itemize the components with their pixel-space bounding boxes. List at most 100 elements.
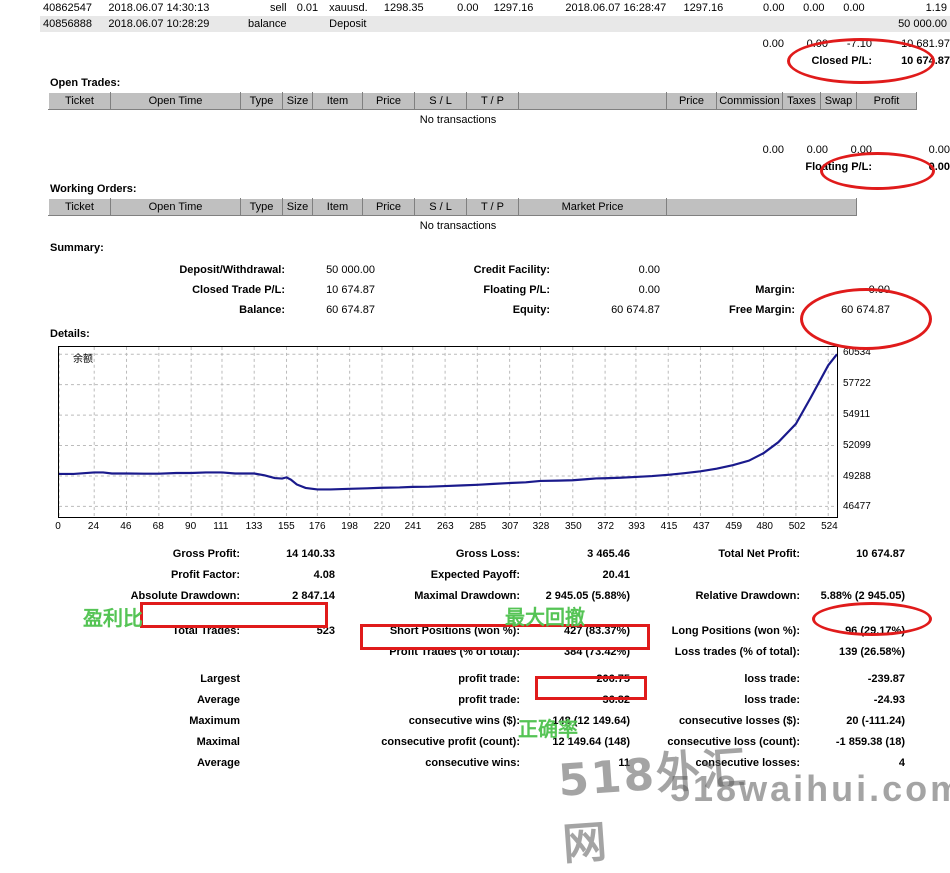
chart-x-tick: 155: [278, 521, 295, 532]
col-open-time[interactable]: Open Time: [110, 92, 241, 110]
chart-x-tick: 220: [373, 521, 391, 532]
col-size[interactable]: Size: [282, 92, 313, 110]
stat-value: [240, 732, 335, 753]
cell-profit: 50 000.00: [898, 18, 947, 30]
chart-x-tick: 459: [725, 521, 743, 532]
col-type[interactable]: Type: [240, 92, 283, 110]
col-blank[interactable]: [666, 198, 857, 216]
stat-row: Gross Profit: 14 140.33 Gross Loss: 3 46…: [40, 544, 950, 565]
chart-x-tick: 0: [55, 521, 61, 532]
col-type[interactable]: Type: [240, 198, 283, 216]
stat-value: 14 140.33: [286, 548, 335, 560]
cell-price: [374, 16, 427, 32]
stat-value: [800, 565, 905, 586]
col-item[interactable]: Item: [312, 92, 363, 110]
col-taxes[interactable]: Taxes: [782, 92, 821, 110]
col-ticket[interactable]: Ticket: [48, 92, 111, 110]
cell-close-price: 1297.16: [683, 2, 724, 14]
col-ticket[interactable]: Ticket: [48, 198, 111, 216]
chart-x-tick: 90: [185, 521, 197, 532]
cell-close-price: [669, 16, 726, 32]
stat-label: Absolute Drawdown:: [130, 590, 240, 602]
summary-value: 50 000.00: [326, 264, 375, 276]
stat-row: Absolute Drawdown: 2 847.14 Maximal Draw…: [40, 586, 950, 607]
stat-row: Maximum consecutive wins ($): 148 (12 14…: [40, 711, 950, 732]
working-orders-title: Working Orders:: [50, 183, 137, 195]
chart-x-tick: 328: [532, 521, 550, 532]
col-blank[interactable]: [518, 92, 667, 110]
table-row[interactable]: 40856888 2018.06.07 10:28:29 balance Dep…: [40, 16, 950, 32]
table-row[interactable]: 40862547 2018.06.07 14:30:13 sell 0.01 x…: [40, 0, 950, 16]
summary-label: Deposit/Withdrawal:: [179, 264, 285, 276]
stat-value: 206.75: [596, 673, 630, 685]
stat-value: 148 (12 149.64): [552, 715, 630, 727]
stat-label: Loss trades (% of total):: [674, 646, 800, 658]
col-market-price[interactable]: Market Price: [518, 198, 667, 216]
chart-x-tick: 133: [245, 521, 263, 532]
col-price[interactable]: Price: [362, 198, 415, 216]
stat-label: Total Net Profit:: [718, 548, 800, 560]
col-item[interactable]: Item: [312, 198, 363, 216]
chart-x-tick: 68: [152, 521, 164, 532]
chart-x-tick: 198: [341, 521, 358, 532]
summary-row: Deposit/Withdrawal: 50 000.00 Credit Fac…: [40, 260, 950, 280]
chart-x-tick: 393: [628, 521, 645, 532]
chart-x-tick: 372: [597, 521, 615, 532]
stat-label: loss trade:: [744, 673, 800, 685]
chart-x-tick: 111: [213, 521, 229, 532]
summary-label: Equity:: [512, 304, 550, 316]
summary-row: Closed Trade P/L: 10 674.87 Floating P/L…: [40, 280, 950, 300]
chart-x-tick: 24: [87, 521, 100, 532]
open-trades-header: Ticket Open Time Type Size Item Price S …: [48, 92, 917, 110]
stat-value: 3 465.46: [587, 548, 630, 560]
working-orders-header: Ticket Open Time Type Size Item Price S …: [48, 198, 857, 216]
chart-x-tick: 480: [756, 521, 773, 532]
summary-value: 10 674.87: [326, 284, 375, 296]
cell-close-time: [536, 16, 669, 32]
floating-pl-value: 0.00: [928, 161, 950, 173]
col-commission[interactable]: Commission: [716, 92, 783, 110]
summary-label: Margin:: [755, 284, 795, 296]
stat-value: [240, 690, 335, 711]
cell-size: 0.01: [296, 2, 319, 14]
stat-label: profit trade:: [458, 673, 520, 685]
chart-gridlines: [59, 347, 837, 517]
stat-label: profit trade:: [458, 694, 520, 706]
chart-x-tick: 176: [308, 521, 326, 532]
chart-x-tick: 263: [436, 521, 454, 532]
col-open-time[interactable]: Open Time: [110, 198, 241, 216]
cell-commission: 0.00: [763, 2, 785, 14]
stat-value-profit-trades: 384 (73.42%): [563, 646, 630, 658]
stat-value-maximal-drawdown: 2 945.05 (5.88%): [545, 590, 630, 602]
cell-taxes: [787, 16, 827, 32]
chart-x-tick: 524: [821, 521, 838, 532]
watermark-domain: 518waihui.com: [670, 768, 950, 809]
chart-x-tick: 285: [469, 521, 487, 532]
col-sl[interactable]: S / L: [414, 92, 467, 110]
open-trades-empty: No transactions: [419, 114, 497, 126]
cell-swap: 0.00: [843, 2, 865, 14]
stat-value: -1 859.38 (18): [835, 736, 905, 748]
floating-pl-line: Floating P/L: 0.00: [40, 161, 950, 173]
col-tp[interactable]: T / P: [466, 92, 519, 110]
col-sl[interactable]: S / L: [414, 198, 467, 216]
col-profit[interactable]: Profit: [856, 92, 917, 110]
stat-label: consecutive loss (count):: [667, 736, 800, 748]
closed-totals-numbers: 0.00 0.00 -7.10 10 681.97: [40, 38, 950, 50]
stat-value: 4: [898, 757, 905, 769]
open-total-swap: 0.00: [850, 144, 872, 156]
summary-value: [795, 260, 890, 280]
stat-label: Total Trades:: [172, 625, 240, 637]
stat-row: Average profit trade: 36.82 loss trade: …: [40, 690, 950, 711]
col-size[interactable]: Size: [282, 198, 313, 216]
stat-value: 11: [618, 757, 630, 769]
details-title: Details:: [50, 328, 90, 340]
col-close-price[interactable]: Price: [666, 92, 717, 110]
stat-label: consecutive losses ($):: [678, 715, 800, 727]
stat-row: Maximal consecutive profit (count): 12 1…: [40, 732, 950, 753]
col-tp[interactable]: T / P: [466, 198, 519, 216]
summary-label: Free Margin:: [728, 304, 795, 316]
col-price[interactable]: Price: [362, 92, 415, 110]
stat-label: Long Positions (won %):: [671, 625, 800, 637]
col-swap[interactable]: Swap: [820, 92, 857, 110]
